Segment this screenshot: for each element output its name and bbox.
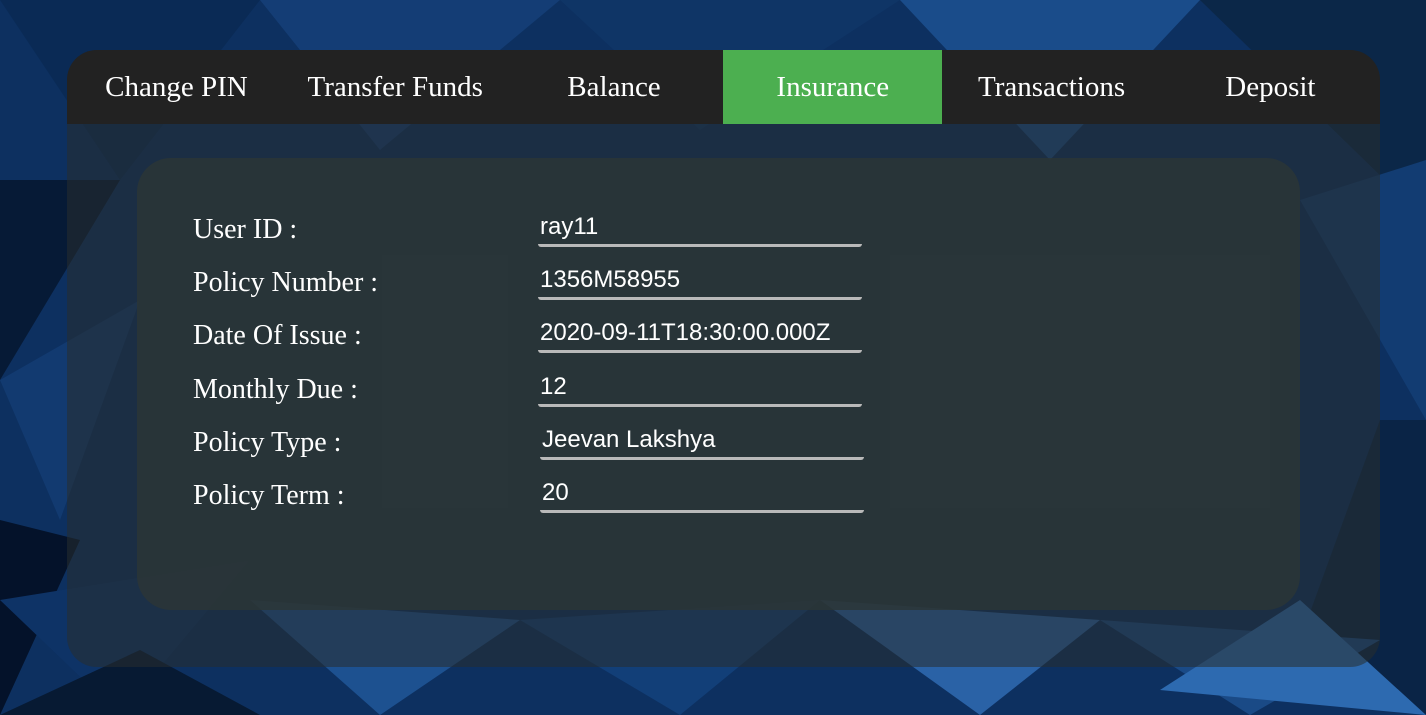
policy-type-label: Policy Type : — [193, 427, 342, 458]
date-of-issue-label: Date Of Issue : — [193, 320, 362, 351]
user-id-field[interactable] — [538, 210, 862, 247]
policy-number-field[interactable] — [538, 263, 862, 300]
tab-balance[interactable]: Balance — [505, 50, 724, 124]
policy-number-label: Policy Number : — [193, 267, 379, 298]
main-panel: Change PIN Transfer Funds Balance Insura… — [67, 50, 1380, 667]
tab-insurance[interactable]: Insurance — [723, 50, 943, 124]
monthly-due-label: Monthly Due : — [193, 374, 358, 405]
policy-term-field[interactable] — [540, 476, 864, 513]
policy-type-field[interactable] — [540, 423, 864, 460]
tab-transfer-funds[interactable]: Transfer Funds — [286, 50, 505, 124]
tab-bar: Change PIN Transfer Funds Balance Insura… — [67, 50, 1380, 124]
user-id-label: User ID : — [193, 214, 298, 245]
monthly-due-field[interactable] — [538, 370, 862, 407]
insurance-details-card: User ID : Policy Number : Date Of Issue … — [137, 158, 1300, 610]
policy-term-label: Policy Term : — [193, 480, 345, 511]
tab-transactions[interactable]: Transactions — [942, 50, 1161, 124]
date-of-issue-field[interactable] — [538, 316, 862, 353]
tab-deposit[interactable]: Deposit — [1161, 50, 1380, 124]
tab-change-pin[interactable]: Change PIN — [67, 50, 286, 124]
